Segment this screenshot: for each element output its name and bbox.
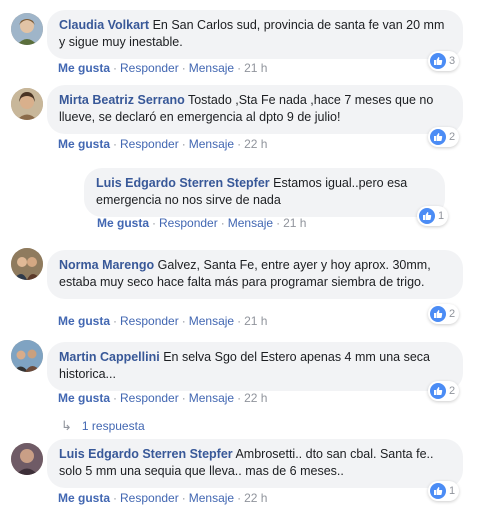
reaction-number: 1 bbox=[449, 485, 456, 497]
timestamp[interactable]: 21 h bbox=[244, 314, 267, 328]
like-link[interactable]: Me gusta bbox=[58, 61, 110, 75]
reply-arrow-icon: ↳ bbox=[61, 418, 72, 433]
reply-link[interactable]: Responder bbox=[120, 391, 179, 405]
like-icon bbox=[430, 53, 446, 69]
like-link[interactable]: Me gusta bbox=[97, 216, 149, 230]
reaction-count[interactable]: 2 bbox=[428, 304, 460, 324]
like-icon bbox=[419, 208, 435, 224]
reaction-count[interactable]: 1 bbox=[428, 481, 460, 501]
reaction-count[interactable]: 2 bbox=[428, 127, 460, 147]
comment-actions: Me gusta · Responder · Mensaje · 22 h bbox=[58, 137, 268, 151]
reply-link[interactable]: Responder bbox=[159, 216, 218, 230]
view-replies-link[interactable]: ↳ 1 respuesta bbox=[61, 418, 145, 434]
like-link[interactable]: Me gusta bbox=[58, 491, 110, 505]
comment-author[interactable]: Norma Marengo bbox=[59, 258, 154, 272]
comment-bubble: Claudia Volkart En San Carlos sud, provi… bbox=[47, 10, 463, 59]
reaction-number: 2 bbox=[449, 308, 456, 320]
comment-actions: Me gusta · Responder · Mensaje · 21 h bbox=[97, 216, 307, 230]
reply-link[interactable]: Responder bbox=[120, 61, 179, 75]
avatar[interactable] bbox=[11, 248, 43, 280]
comment-author[interactable]: Luis Edgardo Sterren Stepfer bbox=[96, 176, 270, 190]
comment-bubble: Martin Cappellini En selva Sgo del Ester… bbox=[47, 342, 463, 391]
like-icon bbox=[430, 129, 446, 145]
comment-bubble: Luis Edgardo Sterren Stepfer Estamos igu… bbox=[84, 168, 445, 217]
comment-actions: Me gusta · Responder · Mensaje · 21 h bbox=[58, 314, 268, 328]
comment-bubble: Mirta Beatriz Serrano Tostado ,Sta Fe na… bbox=[47, 85, 463, 134]
message-link[interactable]: Mensaje bbox=[228, 216, 273, 230]
comment-actions: Me gusta · Responder · Mensaje · 22 h bbox=[58, 491, 268, 505]
message-link[interactable]: Mensaje bbox=[189, 61, 234, 75]
message-link[interactable]: Mensaje bbox=[189, 491, 234, 505]
comment-bubble: Luis Edgardo Sterren Stepfer Ambrosetti.… bbox=[47, 439, 463, 488]
avatar[interactable] bbox=[11, 13, 43, 45]
avatar[interactable] bbox=[11, 443, 43, 475]
like-icon bbox=[430, 383, 446, 399]
comment-thread: Claudia Volkart En San Carlos sud, provi… bbox=[0, 0, 483, 514]
reaction-number: 3 bbox=[449, 55, 456, 67]
message-link[interactable]: Mensaje bbox=[189, 314, 234, 328]
timestamp[interactable]: 21 h bbox=[283, 216, 306, 230]
like-link[interactable]: Me gusta bbox=[58, 391, 110, 405]
comment-bubble: Norma Marengo Galvez, Santa Fe, entre ay… bbox=[47, 250, 463, 299]
replies-count: 1 respuesta bbox=[81, 419, 145, 433]
reaction-number: 2 bbox=[449, 131, 456, 143]
like-icon bbox=[430, 306, 446, 322]
reply-link[interactable]: Responder bbox=[120, 137, 179, 151]
reaction-number: 2 bbox=[449, 385, 456, 397]
avatar[interactable] bbox=[11, 340, 43, 372]
comment-author[interactable]: Luis Edgardo Sterren Stepfer bbox=[59, 447, 233, 461]
timestamp[interactable]: 22 h bbox=[244, 491, 267, 505]
timestamp[interactable]: 21 h bbox=[244, 61, 267, 75]
avatar[interactable] bbox=[11, 88, 43, 120]
like-icon bbox=[430, 483, 446, 499]
reaction-count[interactable]: 3 bbox=[428, 51, 460, 71]
like-link[interactable]: Me gusta bbox=[58, 314, 110, 328]
reply-link[interactable]: Responder bbox=[120, 491, 179, 505]
comment-actions: Me gusta · Responder · Mensaje · 22 h bbox=[58, 391, 268, 405]
comment-author[interactable]: Mirta Beatriz Serrano bbox=[59, 93, 185, 107]
reaction-count[interactable]: 1 bbox=[417, 206, 449, 226]
message-link[interactable]: Mensaje bbox=[189, 391, 234, 405]
reaction-count[interactable]: 2 bbox=[428, 381, 460, 401]
timestamp[interactable]: 22 h bbox=[244, 137, 267, 151]
comment-actions: Me gusta · Responder · Mensaje · 21 h bbox=[58, 61, 268, 75]
reaction-number: 1 bbox=[438, 210, 445, 222]
message-link[interactable]: Mensaje bbox=[189, 137, 234, 151]
reply-link[interactable]: Responder bbox=[120, 314, 179, 328]
comment-author[interactable]: Martin Cappellini bbox=[59, 350, 160, 364]
comment-author[interactable]: Claudia Volkart bbox=[59, 18, 149, 32]
like-link[interactable]: Me gusta bbox=[58, 137, 110, 151]
timestamp[interactable]: 22 h bbox=[244, 391, 267, 405]
